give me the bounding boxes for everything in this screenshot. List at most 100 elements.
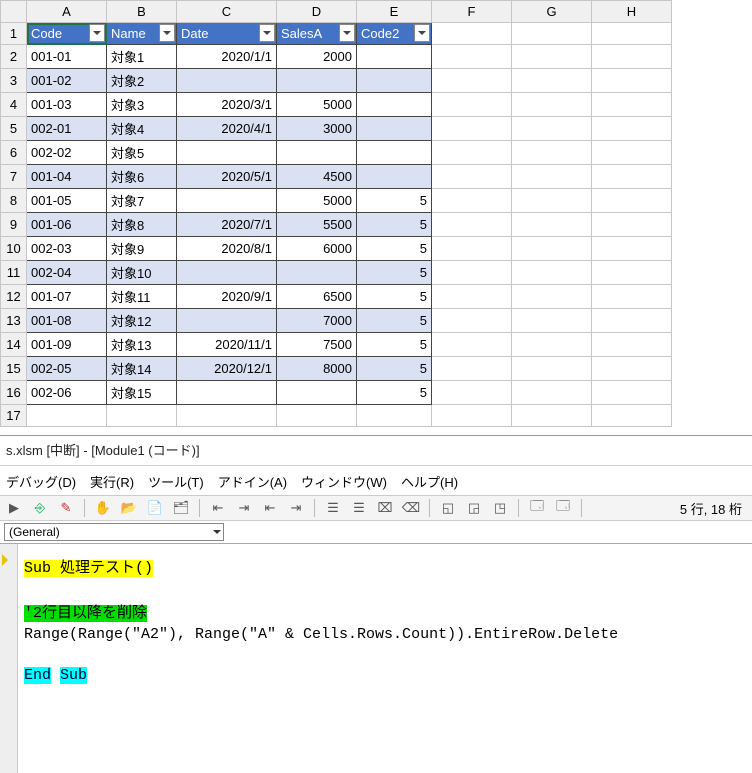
filter-dropdown-icon[interactable]: [414, 24, 430, 42]
row-header[interactable]: 11: [1, 261, 27, 285]
cell[interactable]: [432, 333, 512, 357]
cell[interactable]: [277, 261, 357, 285]
col-header-H[interactable]: H: [592, 1, 672, 23]
row-header[interactable]: 8: [1, 189, 27, 213]
cell[interactable]: [357, 45, 432, 69]
cell[interactable]: 002-01: [27, 117, 107, 141]
cell[interactable]: 6000: [277, 237, 357, 261]
cell[interactable]: [512, 405, 592, 427]
cell[interactable]: 001-04: [27, 165, 107, 189]
cell[interactable]: 2020/12/1: [177, 357, 277, 381]
cell[interactable]: 002-06: [27, 381, 107, 405]
cell[interactable]: 対象2: [107, 69, 177, 93]
cell[interactable]: 対象15: [107, 381, 177, 405]
indent-icon[interactable]: ⇤: [208, 498, 228, 518]
code-line[interactable]: Range(Range("A2"), Range("A" & Cells.Row…: [24, 626, 744, 643]
cell[interactable]: 002-02: [27, 141, 107, 165]
cell[interactable]: 5: [357, 285, 432, 309]
cell[interactable]: [512, 69, 592, 93]
cell[interactable]: 対象12: [107, 309, 177, 333]
cell[interactable]: 対象5: [107, 141, 177, 165]
cell[interactable]: [177, 69, 277, 93]
indent-icon[interactable]: ⇤: [260, 498, 280, 518]
cell[interactable]: [592, 381, 672, 405]
cell[interactable]: 8000: [277, 357, 357, 381]
toolbar-btn[interactable]: ☰: [323, 498, 343, 518]
vbe-menu-bar[interactable]: デバッグ(D) 実行(R) ツール(T) アドイン(A) ウィンドウ(W) ヘル…: [0, 468, 752, 495]
col-header-E[interactable]: E: [357, 1, 432, 23]
cell[interactable]: [512, 381, 592, 405]
cell[interactable]: 5000: [277, 189, 357, 213]
toolbar-btn[interactable]: ⎆: [30, 498, 50, 518]
cell[interactable]: [432, 309, 512, 333]
cell[interactable]: [512, 93, 592, 117]
module-combo[interactable]: (General): [4, 523, 224, 541]
cell[interactable]: [512, 189, 592, 213]
cell[interactable]: 5: [357, 309, 432, 333]
row-header[interactable]: 10: [1, 237, 27, 261]
cell[interactable]: 6500: [277, 285, 357, 309]
cell[interactable]: [592, 261, 672, 285]
cell[interactable]: [512, 357, 592, 381]
cell[interactable]: [512, 213, 592, 237]
cell[interactable]: [592, 117, 672, 141]
cell[interactable]: 5: [357, 189, 432, 213]
col-header-F[interactable]: F: [432, 1, 512, 23]
cell[interactable]: 001-06: [27, 213, 107, 237]
toolbar-btn[interactable]: 📄: [145, 498, 165, 518]
cell[interactable]: [512, 165, 592, 189]
cell[interactable]: [277, 405, 357, 427]
cell[interactable]: [592, 213, 672, 237]
cell[interactable]: [177, 405, 277, 427]
row-header[interactable]: 9: [1, 213, 27, 237]
cell[interactable]: 対象11: [107, 285, 177, 309]
cell[interactable]: [592, 23, 672, 45]
row-header[interactable]: 2: [1, 45, 27, 69]
outdent-icon[interactable]: ⇥: [234, 498, 254, 518]
cell[interactable]: [107, 405, 177, 427]
row-header[interactable]: 4: [1, 93, 27, 117]
col-header-A[interactable]: A: [27, 1, 107, 23]
cell[interactable]: 001-07: [27, 285, 107, 309]
cell[interactable]: 2020/7/1: [177, 213, 277, 237]
filter-dropdown-icon[interactable]: [339, 24, 355, 42]
row-header[interactable]: 17: [1, 405, 27, 427]
cell[interactable]: 2020/3/1: [177, 93, 277, 117]
cell[interactable]: [432, 117, 512, 141]
toolbar-btn[interactable]: 🗔: [553, 498, 573, 518]
toolbar-btn[interactable]: ⌫: [401, 498, 421, 518]
spreadsheet-grid[interactable]: A B C D E F G H 1CodeNameDateSalesACode2…: [0, 0, 672, 427]
row-header[interactable]: 16: [1, 381, 27, 405]
cell[interactable]: [277, 141, 357, 165]
cell[interactable]: 5: [357, 213, 432, 237]
cell[interactable]: [592, 189, 672, 213]
code-line[interactable]: '2行目以降を削除: [24, 601, 744, 622]
menu-window[interactable]: ウィンドウ(W): [301, 472, 387, 491]
cell[interactable]: [357, 141, 432, 165]
toolbar-btn[interactable]: 📂: [119, 498, 139, 518]
row-header[interactable]: 7: [1, 165, 27, 189]
cell[interactable]: 2020/1/1: [177, 45, 277, 69]
cell[interactable]: [592, 309, 672, 333]
cell[interactable]: 対象4: [107, 117, 177, 141]
toolbar-btn[interactable]: 🗂: [171, 498, 191, 518]
cell[interactable]: 001-08: [27, 309, 107, 333]
cell[interactable]: 対象13: [107, 333, 177, 357]
cell[interactable]: 5: [357, 381, 432, 405]
toolbar-btn[interactable]: ▶: [4, 498, 24, 518]
toolbar-btn[interactable]: ☰: [349, 498, 369, 518]
cell[interactable]: [592, 285, 672, 309]
toolbar-btn[interactable]: 🗔: [527, 498, 547, 518]
row-header[interactable]: 15: [1, 357, 27, 381]
vbe-toolbar[interactable]: ▶ ⎆ ✎ ✋ 📂 📄 🗂 ⇤ ⇥ ⇤ ⇥ ☰ ☰ ⌧ ⌫ ◱ ◲ ◳ 🗔 🗔 …: [0, 495, 752, 521]
cell[interactable]: 対象6: [107, 165, 177, 189]
cell[interactable]: [432, 381, 512, 405]
cell[interactable]: [432, 23, 512, 45]
column-header-row[interactable]: A B C D E F G H: [1, 1, 672, 23]
row-header[interactable]: 1: [1, 23, 27, 45]
cell[interactable]: [592, 405, 672, 427]
select-all-corner[interactable]: [1, 1, 27, 23]
cell[interactable]: [512, 261, 592, 285]
cell[interactable]: [27, 405, 107, 427]
cell[interactable]: 2020/5/1: [177, 165, 277, 189]
